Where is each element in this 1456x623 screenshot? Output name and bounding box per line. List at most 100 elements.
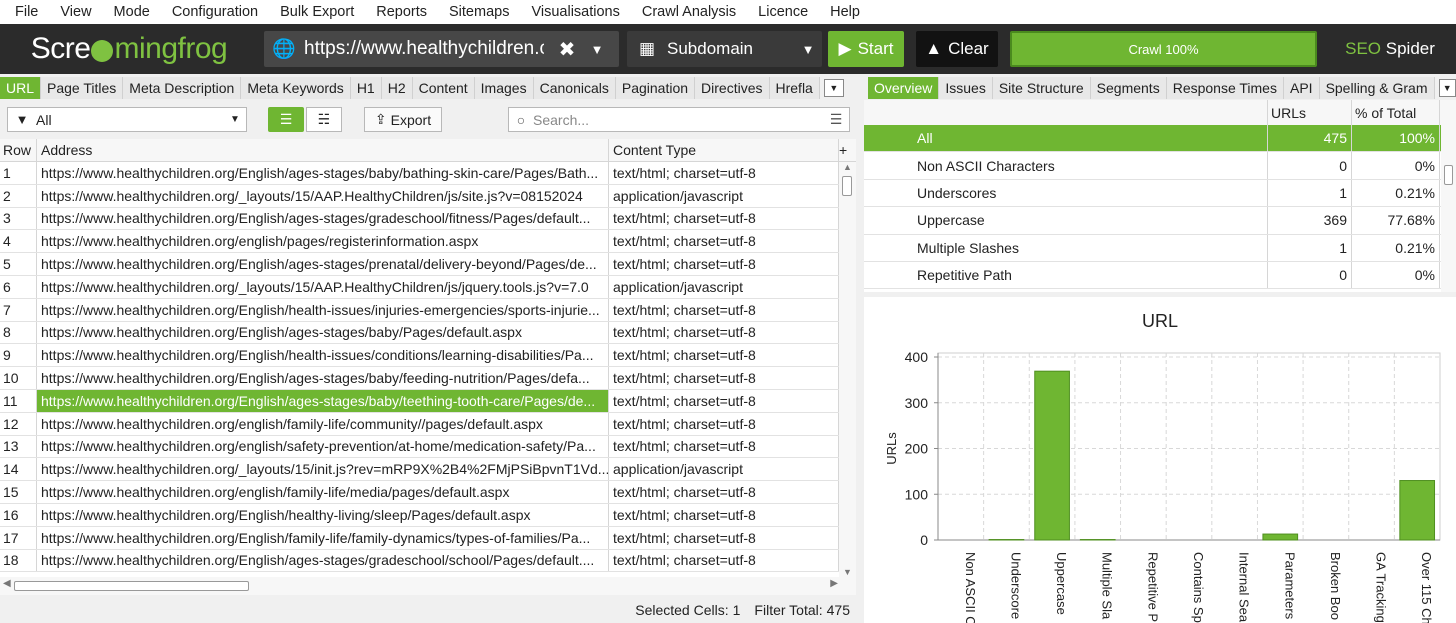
table-row[interactable]: 14 https://www.healthychildren.org/_layou… — [0, 458, 856, 482]
overview-scrollbar[interactable] — [1441, 100, 1456, 292]
tab-h2[interactable]: H2 — [381, 77, 413, 99]
tab-canonicals[interactable]: Canonicals — [533, 77, 616, 99]
menu-item-visualisations[interactable]: Visualisations — [520, 4, 630, 20]
header-urls[interactable]: URLs — [1268, 100, 1352, 125]
content-type-cell[interactable]: text/html; charset=utf-8 — [609, 207, 839, 230]
add-column-icon[interactable]: + — [839, 139, 856, 161]
table-row[interactable]: 1 https://www.healthychildren.org/English… — [0, 162, 856, 185]
start-button[interactable]: ▶ Start — [828, 31, 904, 67]
content-type-cell[interactable]: text/html; charset=utf-8 — [609, 526, 839, 549]
tab-spelling-gram[interactable]: Spelling & Gram — [1319, 77, 1435, 99]
content-type-cell[interactable]: text/html; charset=utf-8 — [609, 503, 839, 526]
address-cell[interactable]: https://www.healthychildren.org/English/… — [37, 503, 609, 526]
table-row[interactable]: 13 https://www.healthychildren.org/englis… — [0, 435, 856, 459]
scroll-thumb[interactable] — [842, 176, 852, 196]
address-cell[interactable]: https://www.healthychildren.org/english/… — [37, 481, 609, 503]
tab-url[interactable]: URL — [0, 77, 42, 99]
content-type-cell[interactable]: text/html; charset=utf-8 — [609, 389, 839, 412]
content-type-cell[interactable]: text/html; charset=utf-8 — [609, 298, 839, 321]
mode-dropdown[interactable]: ▦ Subdomain ▼ — [627, 31, 822, 67]
content-type-cell[interactable]: text/html; charset=utf-8 — [609, 367, 839, 389]
table-row[interactable]: 2 https://www.healthychildren.org/_layout… — [0, 184, 856, 208]
address-cell[interactable]: https://www.healthychildren.org/English/… — [37, 298, 609, 321]
clear-button[interactable]: ▲ Clear — [916, 31, 998, 67]
overview-scroll-thumb[interactable] — [1444, 165, 1453, 185]
menu-item-licence[interactable]: Licence — [747, 4, 819, 20]
header-content-type[interactable]: Content Type — [609, 139, 839, 161]
header-address[interactable]: Address — [37, 139, 609, 161]
table-row[interactable]: 16 https://www.healthychildren.org/Englis… — [0, 503, 856, 527]
tab-page-titles[interactable]: Page Titles — [41, 77, 124, 99]
table-row[interactable]: 8 https://www.healthychildren.org/English… — [0, 321, 856, 345]
header-percent[interactable]: % of Total — [1352, 100, 1440, 125]
address-cell[interactable]: https://www.healthychildren.org/English/… — [37, 253, 609, 275]
content-type-cell[interactable]: application/javascript — [609, 184, 839, 207]
menu-item-reports[interactable]: Reports — [365, 4, 438, 20]
scroll-down-icon[interactable]: ▼ — [839, 567, 856, 577]
table-row[interactable]: 3 https://www.healthychildren.org/English… — [0, 207, 856, 231]
content-type-cell[interactable]: text/html; charset=utf-8 — [609, 481, 839, 503]
overview-row[interactable]: Underscores 1 0.21% — [864, 179, 1456, 208]
overview-row[interactable]: All 475 100% — [864, 125, 1456, 153]
address-cell[interactable]: https://www.healthychildren.org/_layouts… — [37, 275, 609, 298]
search-input[interactable]: ○ Search... ☰ — [508, 107, 850, 132]
content-type-cell[interactable]: text/html; charset=utf-8 — [609, 321, 839, 344]
content-type-cell[interactable]: application/javascript — [609, 458, 839, 481]
table-row[interactable]: 17 https://www.healthychildren.org/Englis… — [0, 526, 856, 550]
export-button[interactable]: ⇪ Export — [364, 107, 442, 132]
menu-item-help[interactable]: Help — [819, 4, 871, 20]
menu-item-crawl-analysis[interactable]: Crawl Analysis — [631, 4, 747, 20]
tab-segments[interactable]: Segments — [1090, 77, 1167, 99]
filter-dropdown[interactable]: ▼ All ▼ — [7, 107, 247, 132]
address-cell[interactable]: https://www.healthychildren.org/English/… — [37, 321, 609, 344]
tab-h1[interactable]: H1 — [350, 77, 382, 99]
address-cell[interactable]: https://www.healthychildren.org/English/… — [37, 162, 609, 184]
tab-hrefla[interactable]: Hrefla — [769, 77, 820, 99]
table-row[interactable]: 5 https://www.healthychildren.org/English… — [0, 253, 856, 276]
tab-pagination[interactable]: Pagination — [615, 77, 696, 99]
tab-content[interactable]: Content — [412, 77, 475, 99]
overview-row[interactable]: Uppercase 369 77.68% — [864, 207, 1456, 235]
address-cell[interactable]: https://www.healthychildren.org/english/… — [37, 435, 609, 458]
vertical-scrollbar[interactable]: ▲ ▼ — [839, 162, 856, 577]
tab-site-structure[interactable]: Site Structure — [992, 77, 1091, 99]
menu-item-file[interactable]: File — [4, 4, 49, 20]
address-cell[interactable]: https://www.healthychildren.org/English/… — [37, 344, 609, 367]
tab-images[interactable]: Images — [474, 77, 534, 99]
table-row[interactable]: 18 https://www.healthychildren.org/Englis… — [0, 549, 856, 573]
tab-issues[interactable]: Issues — [939, 77, 993, 99]
table-row[interactable]: 4 https://www.healthychildren.org/english… — [0, 230, 856, 254]
content-type-cell[interactable]: text/html; charset=utf-8 — [609, 162, 839, 184]
table-row[interactable]: 7 https://www.healthychildren.org/English… — [0, 298, 856, 322]
header-name[interactable] — [864, 100, 1268, 125]
address-cell[interactable]: https://www.healthychildren.org/English/… — [37, 207, 609, 230]
content-type-cell[interactable]: text/html; charset=utf-8 — [609, 230, 839, 253]
menu-item-bulk-export[interactable]: Bulk Export — [269, 4, 365, 20]
tab-api[interactable]: API — [1283, 77, 1320, 99]
menu-item-sitemaps[interactable]: Sitemaps — [438, 4, 520, 20]
horizontal-scrollbar[interactable]: ◀ ▶ — [0, 577, 856, 595]
content-type-cell[interactable]: text/html; charset=utf-8 — [609, 253, 839, 275]
address-cell[interactable]: https://www.healthychildren.org/English/… — [37, 526, 609, 549]
table-row[interactable]: 6 https://www.healthychildren.org/_layout… — [0, 275, 856, 299]
tree-view-button[interactable]: ☵ — [306, 107, 342, 132]
chevron-down-icon[interactable]: ▼ — [582, 42, 612, 57]
address-cell[interactable]: https://www.healthychildren.org/_layouts… — [37, 458, 609, 481]
url-value[interactable]: https://www.healthychildren.c — [304, 38, 544, 60]
address-cell[interactable]: https://www.healthychildren.org/_layouts… — [37, 184, 609, 207]
table-row[interactable]: 12 https://www.healthychildren.org/englis… — [0, 412, 856, 436]
content-type-cell[interactable]: application/javascript — [609, 275, 839, 298]
h-scroll-thumb[interactable] — [14, 581, 249, 591]
header-row[interactable]: Row — [0, 139, 37, 161]
filter-settings-icon[interactable]: ☰ — [823, 111, 849, 128]
overview-row[interactable]: Multiple Slashes 1 0.21% — [864, 234, 1456, 262]
clear-url-icon[interactable]: ✖ — [552, 37, 582, 62]
tab-meta-keywords[interactable]: Meta Keywords — [241, 77, 351, 99]
tab-response-times[interactable]: Response Times — [1166, 77, 1284, 99]
table-row[interactable]: 9 https://www.healthychildren.org/English… — [0, 344, 856, 368]
url-input[interactable]: 🌐 https://www.healthychildren.c ✖ ▼ — [264, 31, 619, 67]
address-cell[interactable]: https://www.healthychildren.org/english/… — [37, 230, 609, 253]
address-cell[interactable]: https://www.healthychildren.org/English/… — [37, 549, 609, 572]
scroll-left-icon[interactable]: ◀ — [3, 578, 11, 589]
address-cell[interactable]: https://www.healthychildren.org/English/… — [37, 367, 609, 389]
